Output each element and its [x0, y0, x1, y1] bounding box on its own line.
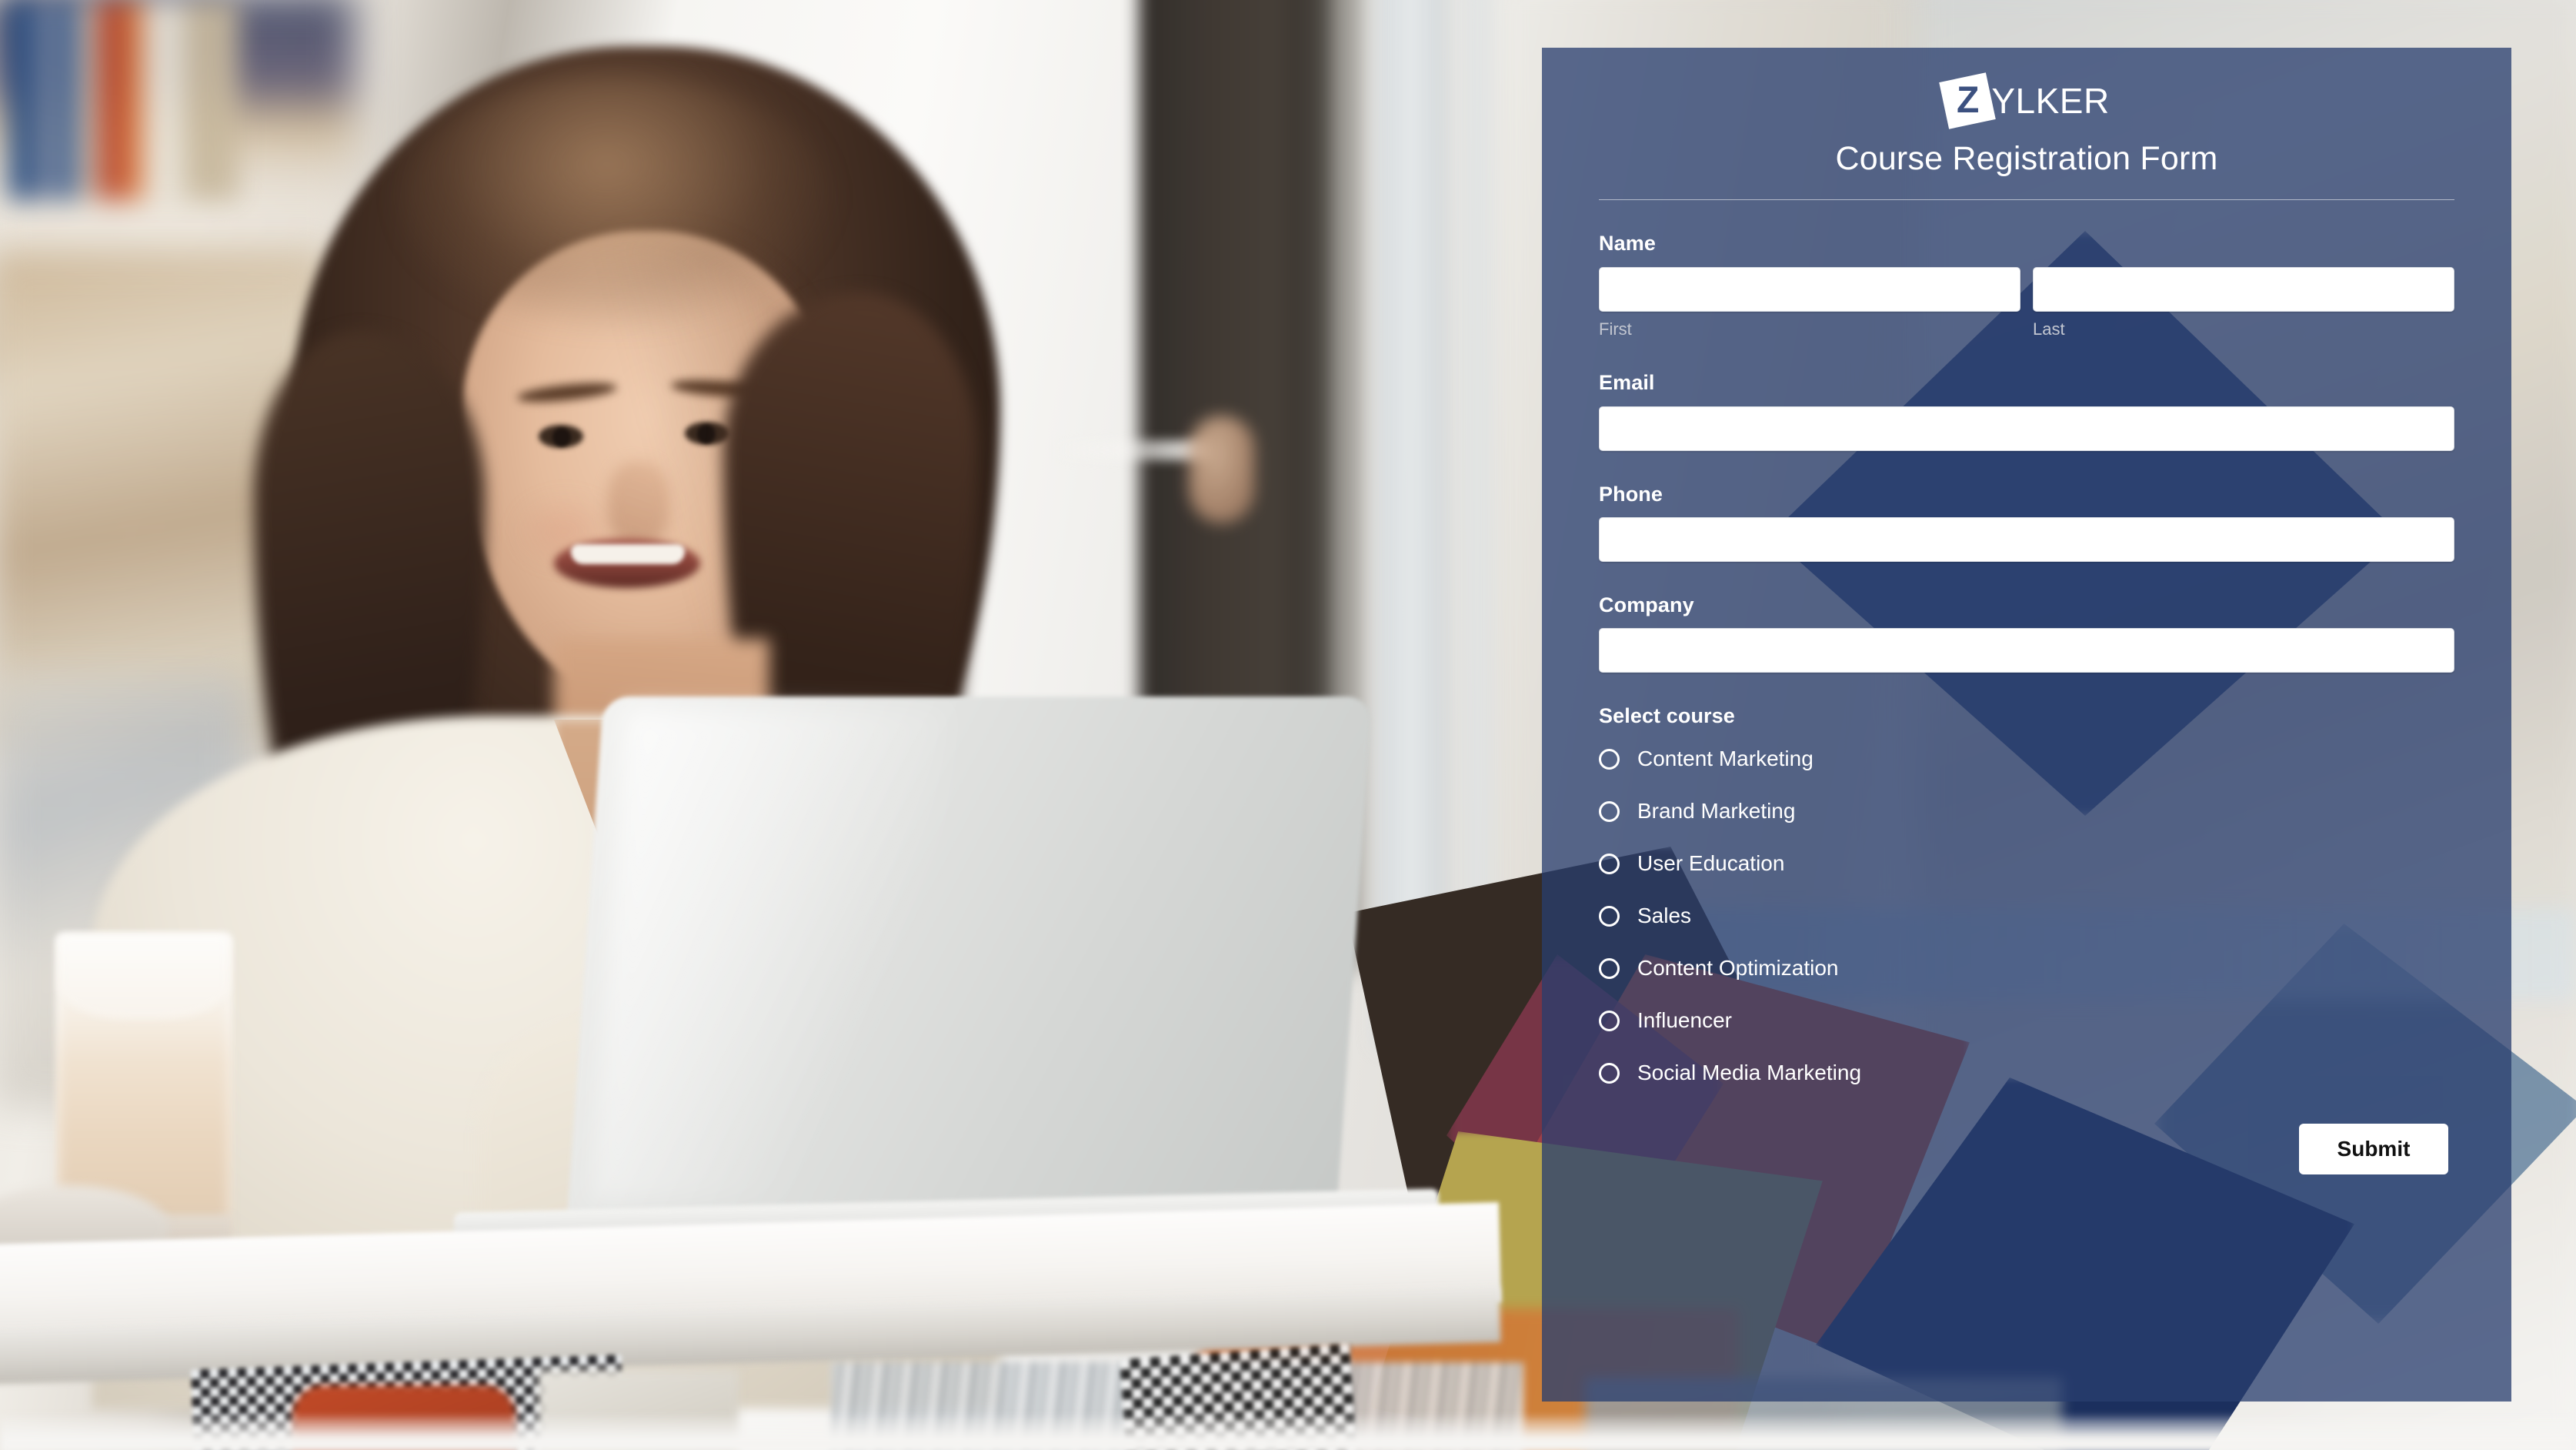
- course-radio-group: Content Marketing Brand Marketing User Edu…: [1599, 741, 2454, 1091]
- photo-pupil-right: [697, 425, 716, 443]
- field-name: Name First Last: [1599, 231, 2454, 339]
- course-option-label: Content Marketing: [1637, 747, 1814, 771]
- radio-button-icon[interactable]: [1599, 853, 1620, 874]
- photo-latte-foam: [58, 934, 229, 1019]
- zylker-logo-icon: Z: [1939, 72, 1997, 129]
- name-row: First Last: [1599, 266, 2454, 339]
- radio-button-icon[interactable]: [1599, 1062, 1620, 1084]
- radio-button-icon[interactable]: [1599, 1010, 1620, 1031]
- field-label-select-course: Select course: [1599, 704, 1735, 728]
- radio-button-icon[interactable]: [1599, 800, 1620, 822]
- company-input[interactable]: [1599, 628, 2454, 673]
- brand-header: Z YLKER: [1599, 72, 2454, 129]
- photo-pupil-left: [552, 428, 571, 446]
- course-option-label: Brand Marketing: [1637, 799, 1796, 824]
- photo-teeth: [571, 544, 685, 564]
- course-option-label: Sales: [1637, 904, 1692, 928]
- photo-books: [8, 0, 239, 200]
- field-label-email: Email: [1599, 371, 1655, 395]
- radio-button-icon[interactable]: [1599, 905, 1620, 927]
- field-email: Email: [1599, 370, 2454, 451]
- photo-bottom-fade: [0, 1416, 2576, 1450]
- field-select-course: Select course Content Marketing Brand Mar…: [1599, 703, 2454, 1091]
- photo-hair-highlight: [400, 73, 831, 327]
- header-divider: [1599, 199, 2454, 201]
- first-name-sublabel: First: [1599, 319, 1632, 339]
- photo-laptop-highlight: [590, 708, 949, 1201]
- course-option-label: Social Media Marketing: [1637, 1061, 1862, 1085]
- field-label-company: Company: [1599, 593, 1694, 616]
- course-option-row[interactable]: Sales: [1599, 898, 2454, 934]
- course-option-row[interactable]: Brand Marketing: [1599, 793, 2454, 830]
- radio-button-icon[interactable]: [1599, 748, 1620, 770]
- first-name-input[interactable]: [1599, 266, 2020, 312]
- last-name-sublabel: Last: [2033, 319, 2065, 339]
- course-option-row[interactable]: Content Marketing: [1599, 741, 2454, 777]
- course-option-row[interactable]: Content Optimization: [1599, 951, 2454, 987]
- page-title: Course Registration Form: [1835, 140, 2218, 177]
- email-input[interactable]: [1599, 406, 2454, 451]
- course-option-row[interactable]: User Education: [1599, 846, 2454, 882]
- submit-button[interactable]: Submit: [2299, 1123, 2448, 1174]
- submit-row: Submit: [1599, 1123, 2454, 1174]
- last-name-input[interactable]: [2033, 266, 2454, 312]
- photo-door-bar: [1054, 440, 1208, 460]
- course-option-label: Content Optimization: [1637, 956, 1839, 981]
- field-label-phone: Phone: [1599, 482, 1663, 506]
- course-option-label: Influencer: [1637, 1008, 1732, 1033]
- course-option-label: User Education: [1637, 851, 1785, 876]
- field-company: Company: [1599, 593, 2454, 673]
- phone-input[interactable]: [1599, 517, 2454, 562]
- field-phone: Phone: [1599, 482, 2454, 562]
- brand-name: YLKER: [1991, 81, 2110, 121]
- registration-form-panel: Z YLKER Course Registration Form Name Fi…: [1542, 48, 2511, 1402]
- course-option-row[interactable]: Social Media Marketing: [1599, 1055, 2454, 1091]
- field-label-name: Name: [1599, 232, 1656, 256]
- course-option-row[interactable]: Influencer: [1599, 1003, 2454, 1039]
- photo-nose: [608, 462, 669, 546]
- name-first-col: First: [1599, 266, 2020, 339]
- photo-window-frame-a: [1377, 0, 1446, 1047]
- logo-letter: Z: [1957, 80, 1979, 122]
- name-last-col: Last: [2033, 266, 2454, 339]
- photo-door-handle: [1189, 416, 1255, 523]
- radio-button-icon[interactable]: [1599, 957, 1620, 979]
